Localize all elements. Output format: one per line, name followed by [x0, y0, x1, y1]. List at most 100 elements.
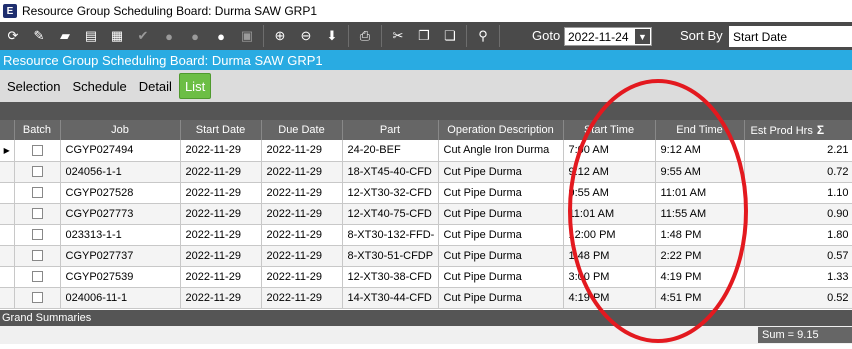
- tab-detail[interactable]: Detail: [134, 73, 177, 99]
- job-cell[interactable]: 024056-1-1: [60, 161, 181, 183]
- est-prod-hrs-cell[interactable]: 1.10: [744, 182, 852, 204]
- due-date-cell[interactable]: 2022-11-29: [261, 287, 343, 309]
- person-check-icon[interactable]: ●: [184, 25, 206, 47]
- job-cell[interactable]: CGYP027528: [60, 182, 181, 204]
- job-cell[interactable]: CGYP027539: [60, 266, 181, 288]
- start-date-cell[interactable]: 2022-11-29: [180, 266, 262, 288]
- start-time-cell[interactable]: 1:48 PM: [563, 245, 656, 267]
- part-cell[interactable]: 24-20-BEF: [342, 140, 439, 162]
- est-prod-hrs-cell[interactable]: 2.21: [744, 140, 852, 162]
- zoom-out-icon[interactable]: ⊖: [295, 25, 317, 47]
- operation-cell[interactable]: Cut Pipe Durma: [438, 182, 564, 204]
- table-row[interactable]: CGYP027539 2022-11-29 2022-11-29 12-XT30…: [0, 266, 852, 288]
- check-icon[interactable]: ✔: [132, 25, 154, 47]
- end-time-cell[interactable]: 11:55 AM: [655, 203, 745, 225]
- column-header-est-prod-hrs[interactable]: Est Prod Hrs Σ: [744, 120, 852, 140]
- column-header-end-time[interactable]: End Time: [655, 120, 745, 140]
- end-time-cell[interactable]: 1:48 PM: [655, 224, 745, 246]
- start-date-cell[interactable]: 2022-11-29: [180, 203, 262, 225]
- person-group-icon[interactable]: ●: [210, 25, 232, 47]
- column-header-operation-description[interactable]: Operation Description: [438, 120, 564, 140]
- job-cell[interactable]: CGYP027494: [60, 140, 181, 162]
- end-time-cell[interactable]: 4:19 PM: [655, 266, 745, 288]
- table-row[interactable]: 024056-1-1 2022-11-29 2022-11-29 18-XT45…: [0, 161, 852, 183]
- due-date-cell[interactable]: 2022-11-29: [261, 266, 343, 288]
- resource-icon[interactable]: ▣: [236, 25, 258, 47]
- start-time-cell[interactable]: 4:19 PM: [563, 287, 656, 309]
- end-time-cell[interactable]: 11:01 AM: [655, 182, 745, 204]
- refresh-icon[interactable]: ⟳: [2, 25, 24, 47]
- job-cell[interactable]: 024006-11-1: [60, 287, 181, 309]
- operation-cell[interactable]: Cut Pipe Durma: [438, 287, 564, 309]
- person-icon[interactable]: ●: [158, 25, 180, 47]
- tab-schedule[interactable]: Schedule: [67, 73, 131, 99]
- table-row[interactable]: CGYP027773 2022-11-29 2022-11-29 12-XT40…: [0, 203, 852, 225]
- start-date-cell[interactable]: 2022-11-29: [180, 224, 262, 246]
- start-date-cell[interactable]: 2022-11-29: [180, 161, 262, 183]
- job-cell[interactable]: CGYP027737: [60, 245, 181, 267]
- est-prod-hrs-cell[interactable]: 1.80: [744, 224, 852, 246]
- calendar-icon[interactable]: ▦: [106, 25, 128, 47]
- cut-icon[interactable]: ✂: [387, 25, 409, 47]
- table-row[interactable]: 024006-11-1 2022-11-29 2022-11-29 14-XT3…: [0, 287, 852, 309]
- operation-cell[interactable]: Cut Pipe Durma: [438, 203, 564, 225]
- chevron-down-icon[interactable]: ▼: [635, 29, 650, 44]
- est-prod-hrs-cell[interactable]: 0.72: [744, 161, 852, 183]
- est-prod-hrs-cell[interactable]: 0.57: [744, 245, 852, 267]
- column-header-start-time[interactable]: Start Time: [563, 120, 656, 140]
- column-header-job[interactable]: Job: [60, 120, 181, 140]
- operation-cell[interactable]: Cut Pipe Durma: [438, 224, 564, 246]
- start-time-cell[interactable]: 9:55 AM: [563, 182, 656, 204]
- table-row[interactable]: 023313-1-1 2022-11-29 2022-11-29 8-XT30-…: [0, 224, 852, 246]
- table-row[interactable]: CGYP027737 2022-11-29 2022-11-29 8-XT30-…: [0, 245, 852, 267]
- part-cell[interactable]: 8-XT30-132-FFD-: [342, 224, 439, 246]
- tab-selection[interactable]: Selection: [2, 73, 65, 99]
- arrow-down-icon[interactable]: ⬇: [321, 25, 343, 47]
- part-cell[interactable]: 14-XT30-44-CFD: [342, 287, 439, 309]
- batch-checkbox[interactable]: [31, 229, 43, 241]
- part-cell[interactable]: 8-XT30-51-CFDP: [342, 245, 439, 267]
- due-date-cell[interactable]: 2022-11-29: [261, 203, 343, 225]
- table-row[interactable]: ▶ CGYP027494 2022-11-29 2022-11-29 24-20…: [0, 140, 852, 162]
- end-time-cell[interactable]: 9:12 AM: [655, 140, 745, 162]
- est-prod-hrs-cell[interactable]: 1.33: [744, 266, 852, 288]
- due-date-cell[interactable]: 2022-11-29: [261, 140, 343, 162]
- est-prod-hrs-cell[interactable]: 0.52: [744, 287, 852, 309]
- copy-icon[interactable]: ❐: [413, 25, 435, 47]
- due-date-cell[interactable]: 2022-11-29: [261, 224, 343, 246]
- clear-icon[interactable]: ✎: [28, 25, 50, 47]
- start-date-cell[interactable]: 2022-11-29: [180, 182, 262, 204]
- job-cell[interactable]: 023313-1-1: [60, 224, 181, 246]
- part-cell[interactable]: 12-XT30-32-CFD: [342, 182, 439, 204]
- paste-icon[interactable]: ❏: [439, 25, 461, 47]
- sortby-select[interactable]: Start Date: [729, 26, 852, 47]
- start-time-cell[interactable]: 11:01 AM: [563, 203, 656, 225]
- start-date-cell[interactable]: 2022-11-29: [180, 245, 262, 267]
- start-time-cell[interactable]: 3:00 PM: [563, 266, 656, 288]
- batch-checkbox[interactable]: [31, 166, 43, 178]
- batch-checkbox[interactable]: [31, 250, 43, 262]
- operation-cell[interactable]: Cut Pipe Durma: [438, 266, 564, 288]
- due-date-cell[interactable]: 2022-11-29: [261, 182, 343, 204]
- operation-cell[interactable]: Cut Pipe Durma: [438, 161, 564, 183]
- column-header-batch[interactable]: Batch: [14, 120, 61, 140]
- column-header-start-date[interactable]: Start Date: [180, 120, 262, 140]
- end-time-cell[interactable]: 2:22 PM: [655, 245, 745, 267]
- tab-list[interactable]: List: [178, 73, 212, 99]
- operation-cell[interactable]: Cut Pipe Durma: [438, 245, 564, 267]
- batch-checkbox[interactable]: [31, 187, 43, 199]
- operation-cell[interactable]: Cut Angle Iron Durma: [438, 140, 564, 162]
- job-cell[interactable]: CGYP027773: [60, 203, 181, 225]
- part-cell[interactable]: 12-XT30-38-CFD: [342, 266, 439, 288]
- column-header-part[interactable]: Part: [342, 120, 439, 140]
- due-date-cell[interactable]: 2022-11-29: [261, 245, 343, 267]
- start-date-cell[interactable]: 2022-11-29: [180, 287, 262, 309]
- start-time-cell[interactable]: 7:00 AM: [563, 140, 656, 162]
- start-time-cell[interactable]: 9:12 AM: [563, 161, 656, 183]
- binoculars-icon[interactable]: ⚲: [472, 25, 494, 47]
- print-icon[interactable]: ⎙: [354, 25, 376, 47]
- column-header-due-date[interactable]: Due Date: [261, 120, 343, 140]
- part-cell[interactable]: 18-XT45-40-CFD: [342, 161, 439, 183]
- folder-icon[interactable]: ▰: [54, 25, 76, 47]
- zoom-in-icon[interactable]: ⊕: [269, 25, 291, 47]
